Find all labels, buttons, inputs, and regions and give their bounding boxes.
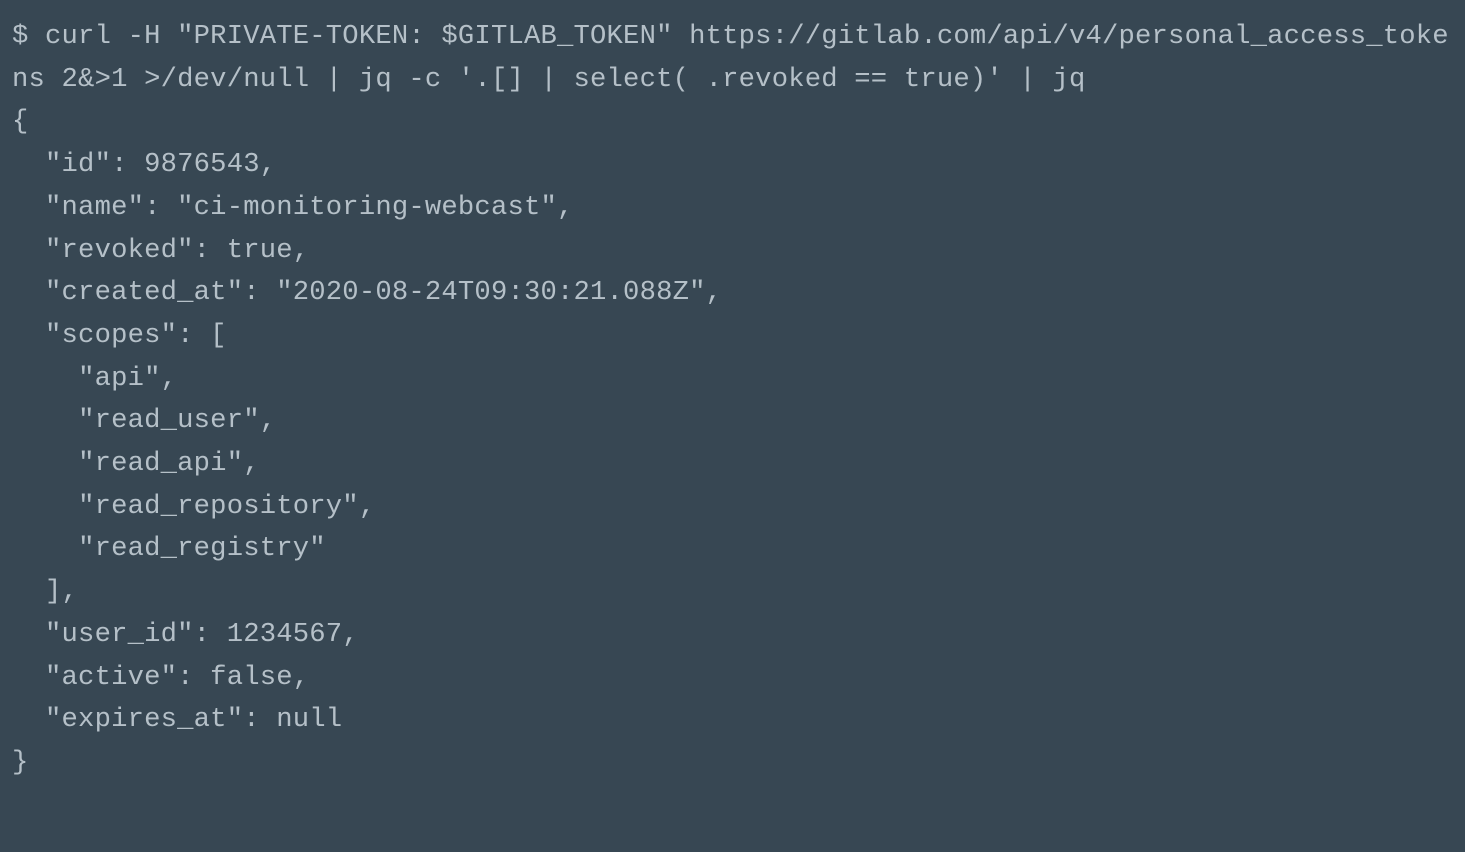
- json-line-scope-read-repository: "read_repository",: [12, 491, 375, 522]
- json-line-revoked: "revoked": true,: [12, 235, 309, 266]
- json-line-scopes-open: "scopes": [: [12, 320, 227, 351]
- json-line-scope-read-user: "read_user",: [12, 405, 276, 436]
- json-line-name: "name": "ci-monitoring-webcast",: [12, 192, 574, 223]
- json-line-active: "active": false,: [12, 662, 309, 693]
- json-brace-close: }: [12, 747, 29, 778]
- json-line-user-id: "user_id": 1234567,: [12, 619, 359, 650]
- json-brace-open: {: [12, 106, 29, 137]
- json-line-scopes-close: ],: [12, 576, 78, 607]
- json-line-scope-read-registry: "read_registry": [12, 533, 326, 564]
- command-line: $ curl -H "PRIVATE-TOKEN: $GITLAB_TOKEN"…: [12, 21, 1449, 95]
- json-line-scope-api: "api",: [12, 363, 177, 394]
- json-line-id: "id": 9876543,: [12, 149, 276, 180]
- terminal-output: $ curl -H "PRIVATE-TOKEN: $GITLAB_TOKEN"…: [0, 0, 1465, 797]
- json-line-expires-at: "expires_at": null: [12, 704, 342, 735]
- json-line-created-at: "created_at": "2020-08-24T09:30:21.088Z"…: [12, 277, 722, 308]
- json-line-scope-read-api: "read_api",: [12, 448, 260, 479]
